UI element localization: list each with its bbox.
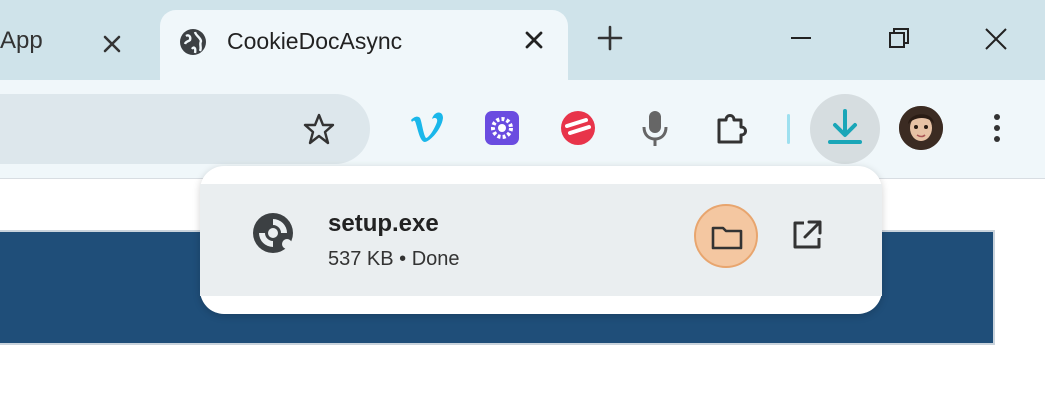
tab-strip: App CookieDocAsync [0, 0, 1045, 82]
toolbar [0, 80, 1045, 179]
close-tab-icon[interactable] [100, 32, 124, 56]
window-close-icon[interactable] [983, 26, 1009, 52]
show-in-folder-button[interactable] [694, 204, 758, 268]
profile-photo-icon [899, 106, 943, 150]
bookmark-star-icon[interactable] [302, 112, 336, 146]
download-filename: setup.exe [328, 210, 439, 237]
tab-title: CookieDocAsync [227, 28, 403, 54]
vimeo-icon[interactable] [407, 108, 447, 148]
address-bar[interactable] [0, 94, 370, 164]
open-external-icon[interactable] [790, 218, 824, 252]
restore-icon[interactable] [887, 26, 911, 50]
flower-extension-icon[interactable] [482, 108, 522, 148]
folder-icon [711, 226, 743, 250]
download-icon [828, 109, 862, 144]
tab-inactive[interactable]: App [0, 10, 150, 70]
avatar[interactable] [899, 106, 943, 150]
tab-active[interactable]: CookieDocAsync [160, 10, 568, 82]
puzzle-extensions-icon[interactable] [712, 108, 752, 148]
download-status: 537 KB • Done [328, 248, 460, 270]
downloads-button[interactable] [810, 94, 880, 164]
minimize-icon[interactable] [789, 26, 813, 50]
globe-icon [180, 29, 206, 55]
microphone-icon[interactable] [635, 108, 675, 148]
new-tab-icon[interactable] [596, 24, 624, 52]
disc-file-icon [253, 213, 293, 253]
toolbar-divider [787, 114, 790, 144]
download-bubble: setup.exe 537 KB • Done [200, 166, 882, 314]
red-stripes-extension-icon[interactable] [558, 108, 598, 148]
close-tab-icon[interactable] [522, 28, 546, 52]
kebab-menu-icon[interactable] [985, 110, 1009, 146]
download-item[interactable]: setup.exe 537 KB • Done [200, 184, 882, 296]
tab-title: App [0, 27, 43, 54]
